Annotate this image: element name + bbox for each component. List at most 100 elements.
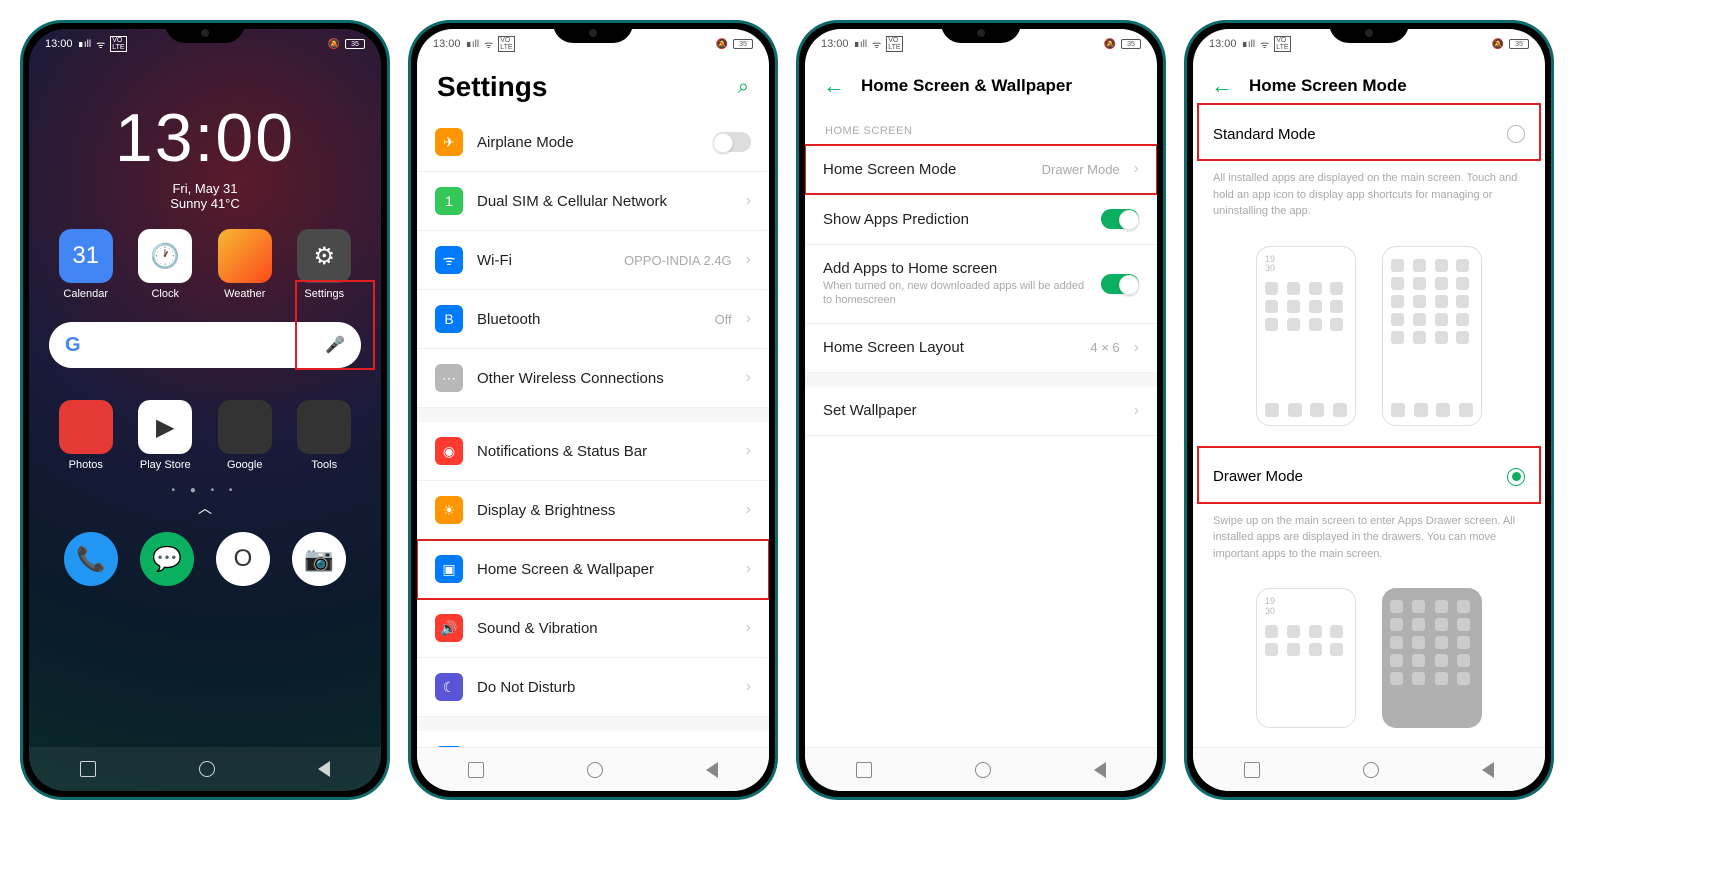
back-icon[interactable]: ← <box>1211 73 1233 99</box>
page-title: Home Screen Mode <box>1249 76 1407 96</box>
toggle[interactable] <box>713 132 751 152</box>
page-indicator: • ● • • <box>29 485 381 496</box>
row-label: Other Wireless Connections <box>477 370 732 387</box>
hswall-row-addapps[interactable]: Add Apps to Home screenWhen turned on, n… <box>805 245 1157 324</box>
drawer-mode-desc: Swipe up on the main screen to enter App… <box>1193 503 1545 579</box>
settings-row-airplane[interactable]: ✈Airplane Mode <box>417 113 769 172</box>
settings-row-dnd[interactable]: ☾Do Not Disturb› <box>417 658 769 717</box>
nav-back[interactable] <box>1094 762 1106 778</box>
row-value: Off <box>715 312 732 327</box>
nav-recents[interactable] <box>1244 762 1260 778</box>
mute-icon: 🔕 <box>1492 39 1504 50</box>
app-google[interactable]: Google <box>208 400 282 471</box>
nav-home[interactable] <box>587 762 603 778</box>
lockscreen-date: Fri, May 31 <box>29 181 381 196</box>
nav-recents[interactable] <box>80 761 96 777</box>
app-weather[interactable]: Weather <box>208 229 282 300</box>
app-clock[interactable]: 🕐Clock <box>129 229 203 300</box>
row-label: Home Screen Mode <box>823 161 1028 178</box>
wifi-icon: ᯤ <box>872 37 881 51</box>
standard-mode-desc: All installed apps are displayed on the … <box>1193 160 1545 236</box>
signal-icon: ∎ıll <box>1242 39 1256 50</box>
app-opera[interactable]: O <box>216 532 270 586</box>
settings-row-wifi[interactable]: ᯤWi-FiOPPO-INDIA 2.4G› <box>417 231 769 290</box>
bt-icon: B <box>435 305 463 333</box>
airplane-icon: ✈ <box>435 128 463 156</box>
app-photos[interactable]: Photos <box>49 400 123 471</box>
row-label: Dual SIM & Cellular Network <box>477 193 732 210</box>
nav-home[interactable] <box>199 761 215 777</box>
hswall-row-layout[interactable]: Home Screen Layout4 × 6› <box>805 324 1157 373</box>
app-messages[interactable]: 💬 <box>140 532 194 586</box>
wifi-icon: ᯤ <box>96 37 105 51</box>
nav-back[interactable] <box>318 761 330 777</box>
app-phone[interactable]: 📞 <box>64 532 118 586</box>
app-calendar[interactable]: 31Calendar <box>49 229 123 300</box>
back-icon[interactable]: ← <box>823 73 845 99</box>
drawer-swipe-icon[interactable]: ︿ <box>29 498 381 518</box>
messages-icon: 💬 <box>140 532 194 586</box>
app-label: Play Store <box>140 459 191 471</box>
preview-time: 1930 <box>1265 597 1347 617</box>
status-time: 13:00 <box>1209 38 1237 50</box>
navbar <box>29 747 381 791</box>
row-label: Display & Brightness <box>477 502 732 519</box>
chevron-right-icon: › <box>746 251 751 269</box>
settings-row-display[interactable]: ☀Display & Brightness› <box>417 481 769 540</box>
status-time: 13:00 <box>821 38 849 50</box>
radio-unselected-icon <box>1507 125 1525 143</box>
settings-row-dualsim[interactable]: 1Dual SIM & Cellular Network› <box>417 172 769 231</box>
nav-recents[interactable] <box>856 762 872 778</box>
settings-row-other[interactable]: ⋯ Other Wireless Connections › <box>417 349 769 408</box>
wifi-icon: ᯤ <box>435 246 463 274</box>
row-label: Show Apps Prediction <box>823 211 1087 228</box>
settings-row-homewall[interactable]: ▣Home Screen & Wallpaper› <box>417 540 769 599</box>
chevron-right-icon: › <box>746 369 751 387</box>
nav-back[interactable] <box>706 762 718 778</box>
app-label: Calendar <box>63 288 108 300</box>
nav-recents[interactable] <box>468 762 484 778</box>
mode-screen: 13:00 ∎ıll ᯤ VOLTE 🔕 35 ← Home Screen Mo… <box>1193 29 1545 791</box>
app-label: Settings <box>304 288 344 300</box>
app-camera[interactable]: 📷 <box>292 532 346 586</box>
chevron-right-icon: › <box>746 678 751 696</box>
hswall-row-predict[interactable]: Show Apps Prediction <box>805 194 1157 245</box>
row-label: Do Not Disturb <box>477 679 732 696</box>
nav-home[interactable] <box>975 762 991 778</box>
other-icon: ⋯ <box>435 364 463 392</box>
chevron-right-icon: › <box>1134 160 1139 178</box>
app-row-1: 31Calendar🕐ClockWeather⚙Settings <box>29 211 381 308</box>
hswall-row-wallpaper[interactable]: Set Wallpaper› <box>805 387 1157 436</box>
toggle[interactable] <box>1101 209 1139 229</box>
drawer-mode-option[interactable]: Drawer Mode <box>1193 450 1545 503</box>
settings-row-bt[interactable]: BBluetoothOff› <box>417 290 769 349</box>
nav-back[interactable] <box>1482 762 1494 778</box>
row-subtext: When turned on, new downloaded apps will… <box>823 279 1087 308</box>
google-search-bar[interactable]: G 🎤 <box>49 322 361 368</box>
chevron-right-icon: › <box>746 560 751 578</box>
lockscreen-weather: Sunny 41°C <box>29 196 381 211</box>
lockscreen-clock: 13:00 <box>29 99 381 177</box>
row-label: Bluetooth <box>477 311 701 328</box>
photos-icon <box>59 400 113 454</box>
search-icon[interactable]: ⌕ <box>738 76 749 99</box>
toggle[interactable] <box>1101 274 1139 294</box>
status-time: 13:00 <box>45 38 73 50</box>
row-label: Wi-Fi <box>477 252 610 269</box>
settings-row-sound[interactable]: 🔊Sound & Vibration› <box>417 599 769 658</box>
volte-icon: VOLTE <box>1274 36 1290 52</box>
signal-icon: ∎ıll <box>78 39 92 50</box>
hswall-row-mode[interactable]: Home Screen ModeDrawer Mode› <box>805 145 1157 194</box>
app-tools[interactable]: Tools <box>288 400 362 471</box>
navbar <box>417 747 769 791</box>
app-label: Photos <box>69 459 103 471</box>
app-settings[interactable]: ⚙Settings <box>288 229 362 300</box>
standard-mode-option[interactable]: Standard Mode <box>1193 107 1545 160</box>
chevron-right-icon: › <box>1134 402 1139 420</box>
radio-selected-icon <box>1507 468 1525 486</box>
notch <box>1329 23 1409 43</box>
settings-row-notif[interactable]: ◉Notifications & Status Bar› <box>417 422 769 481</box>
app-playstore[interactable]: ▶Play Store <box>129 400 203 471</box>
mic-icon[interactable]: 🎤 <box>325 335 345 355</box>
nav-home[interactable] <box>1363 762 1379 778</box>
